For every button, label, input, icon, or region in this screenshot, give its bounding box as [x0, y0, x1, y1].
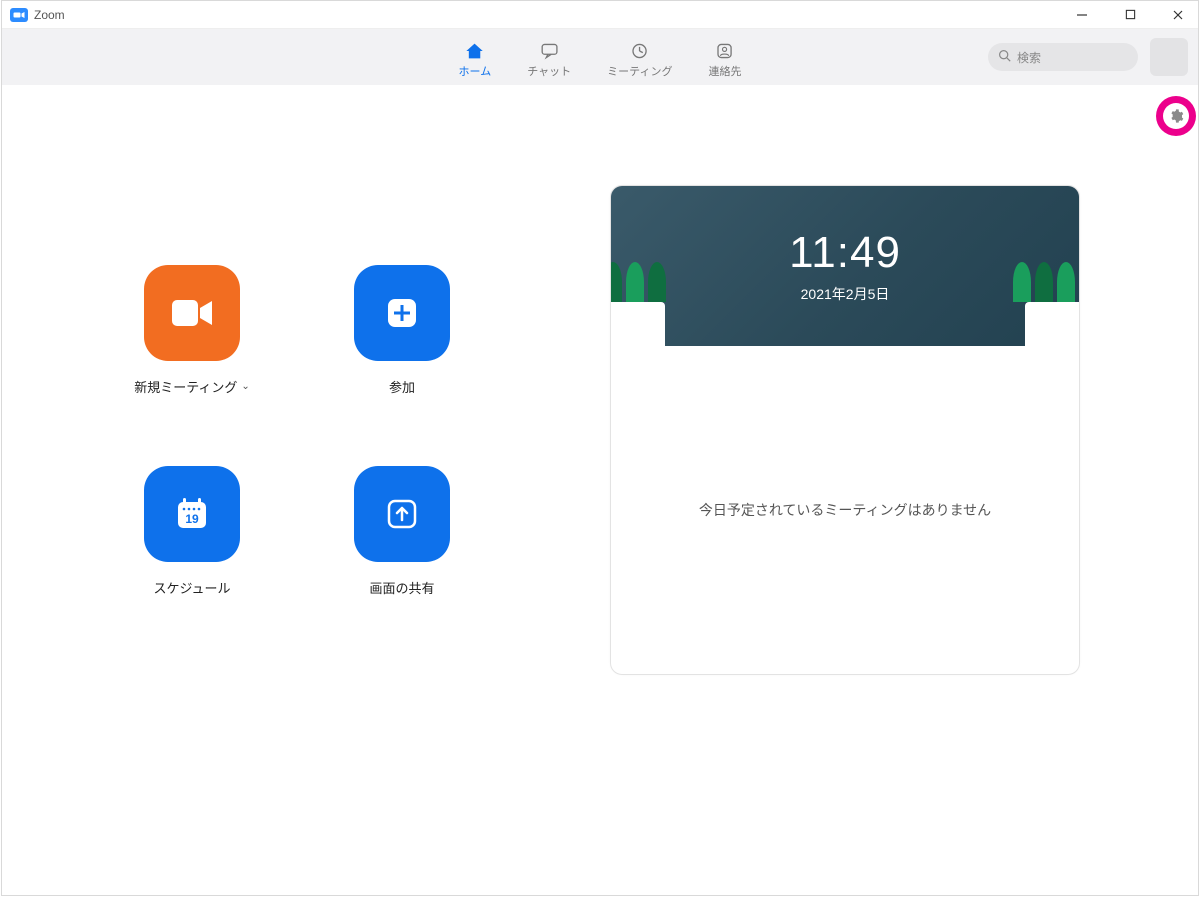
nav-chat[interactable]: チャット	[527, 41, 571, 79]
clock-icon	[630, 41, 650, 61]
nav-label: ホーム	[459, 63, 492, 79]
contacts-icon	[715, 41, 735, 61]
main-content: 新規ミーティング ⌄ 参加	[2, 85, 1198, 895]
tile-label: 参加	[389, 377, 415, 396]
schedule-card: 11:49 2021年2月5日 今日予定されているミーティングはありません	[610, 185, 1080, 675]
share-up-icon	[382, 494, 422, 534]
nav-contacts[interactable]: 連絡先	[708, 41, 741, 79]
plant-decoration	[610, 302, 665, 346]
gear-icon	[1168, 108, 1184, 124]
home-icon	[465, 41, 485, 61]
settings-button[interactable]	[1163, 103, 1189, 129]
window-minimize-button[interactable]	[1070, 3, 1094, 27]
plant-decoration	[1025, 302, 1080, 346]
nav-label: 連絡先	[708, 63, 741, 79]
chat-icon	[539, 41, 559, 61]
chevron-down-icon[interactable]: ⌄	[241, 381, 249, 392]
current-time: 11:49	[789, 228, 901, 278]
title-bar: Zoom	[2, 1, 1198, 29]
nav-label: ミーティング	[607, 63, 672, 79]
tile-label: 画面の共有	[369, 578, 434, 597]
avatar[interactable]	[1150, 38, 1188, 76]
tile-label: 新規ミーティング	[134, 377, 237, 396]
no-meetings-text: 今日予定されているミーティングはありません	[699, 500, 991, 520]
calendar-icon: 19	[171, 493, 213, 535]
window-close-button[interactable]	[1166, 3, 1190, 27]
nav-label: チャット	[527, 63, 571, 79]
join-button[interactable]	[354, 265, 450, 361]
search-icon	[998, 49, 1011, 65]
window-maximize-button[interactable]	[1118, 3, 1142, 27]
svg-text:19: 19	[185, 512, 199, 526]
nav-home[interactable]: ホーム	[459, 41, 492, 79]
top-navbar: ホーム チャット ミーティング 連絡先	[2, 29, 1198, 85]
video-icon	[170, 296, 214, 330]
plus-icon	[382, 293, 422, 333]
current-date: 2021年2月5日	[801, 284, 890, 304]
window-title: Zoom	[34, 8, 65, 22]
nav-meetings[interactable]: ミーティング	[607, 41, 672, 79]
schedule-button[interactable]: 19	[144, 466, 240, 562]
zoom-app-icon	[10, 8, 28, 22]
tile-grid: 新規ミーティング ⌄ 参加	[122, 185, 472, 835]
search-placeholder: 検索	[1017, 49, 1041, 66]
card-hero: 11:49 2021年2月5日	[611, 186, 1079, 346]
share-screen-button[interactable]	[354, 466, 450, 562]
search-input[interactable]: 検索	[988, 43, 1138, 71]
settings-highlight	[1156, 96, 1196, 136]
tile-label: スケジュール	[153, 578, 230, 597]
new-meeting-button[interactable]	[144, 265, 240, 361]
